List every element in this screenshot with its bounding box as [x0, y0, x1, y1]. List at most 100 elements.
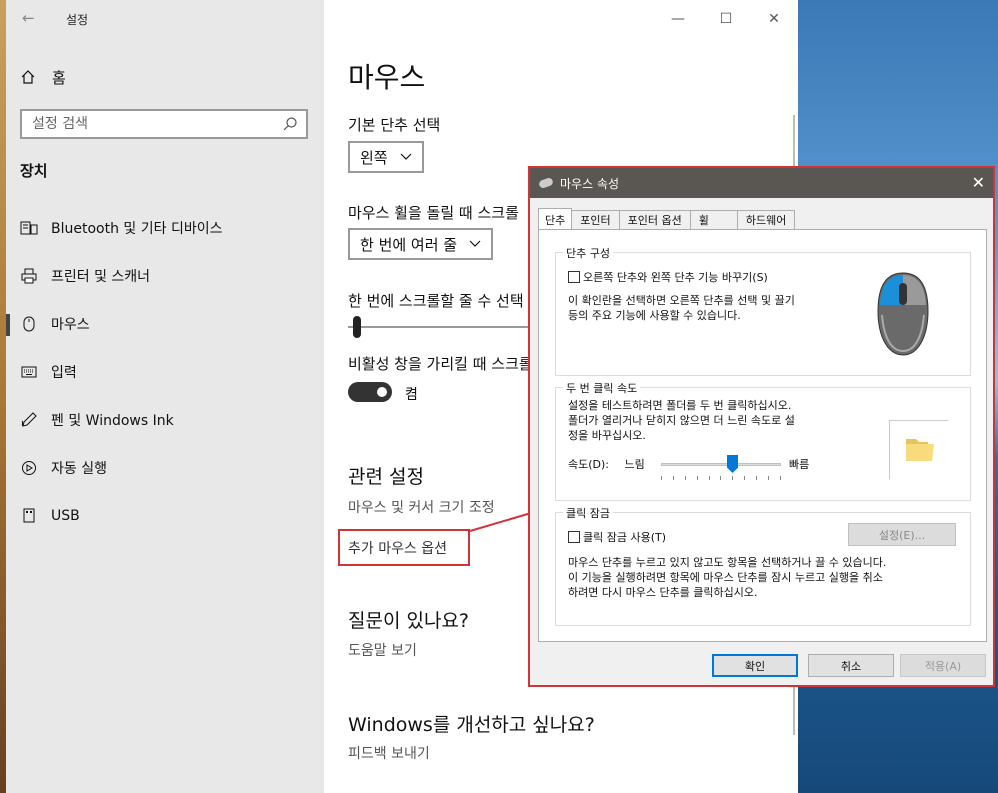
toggle-state-label: 켬 — [405, 387, 418, 403]
primary-button-label: 기본 단추 선택 — [348, 116, 441, 134]
tab-strip: 단추 포인터 포인터 옵션 휠 하드웨어 — [538, 208, 796, 231]
sidebar: ← 설정 홈 장치 Bluetooth 및 기타 디바이스 프린터 및 스캐너 … — [6, 0, 324, 793]
help-link[interactable]: 도움말 보기 — [348, 640, 417, 660]
description-line: 마우스 단추를 누르고 있지 않고도 항목을 선택하거나 끌 수 있습니다. — [568, 556, 887, 569]
group-title: 클릭 잠금 — [563, 505, 613, 521]
tab-pointers[interactable]: 포인터 — [572, 210, 620, 230]
sidebar-item-label: 마우스 — [51, 317, 90, 333]
slow-label: 느림 — [624, 458, 645, 471]
tab-buttons[interactable]: 단추 — [538, 208, 573, 231]
question-title: 질문이 있나요? — [348, 610, 470, 632]
swap-buttons-checkbox[interactable] — [568, 271, 580, 283]
dialog-title: 마우스 속성 — [560, 176, 620, 191]
click-lock-settings-button[interactable]: 설정(E)... — [848, 523, 956, 546]
tab-pointer-options[interactable]: 포인터 옵션 — [619, 210, 691, 230]
usb-icon — [20, 507, 38, 525]
test-folder-area[interactable] — [889, 420, 949, 480]
fast-label: 빠름 — [789, 458, 810, 471]
checkbox-label: 오른쪽 단추와 왼쪽 단추 기능 바꾸기(S) — [583, 271, 768, 284]
close-icon[interactable]: ✕ — [972, 173, 985, 192]
speed-label: 속도(D): — [568, 458, 609, 471]
home-icon — [21, 70, 35, 84]
click-lock-checkbox[interactable] — [568, 531, 580, 543]
description-line: 이 기능을 실행하려면 항목에 마우스 단추를 잠시 누르고 실행을 취소 — [568, 571, 883, 584]
page-title: 마우스 — [348, 61, 426, 94]
slider-ticks — [661, 476, 781, 480]
apply-button[interactable]: 적용(A) — [900, 654, 986, 677]
click-lock-group: 클릭 잠금 클릭 잠금 사용(T) 설정(E)... 마우스 단추를 누르고 있… — [555, 505, 971, 626]
search-box[interactable] — [20, 109, 308, 139]
sidebar-item-label: 자동 실행 — [51, 461, 107, 477]
sidebar-item-usb[interactable]: USB — [6, 492, 324, 540]
search-icon[interactable] — [282, 116, 298, 132]
minimize-button[interactable]: — — [654, 0, 702, 38]
mouse-illustration-icon — [877, 272, 929, 356]
mouse-icon — [538, 176, 554, 190]
speed-slider-thumb[interactable] — [727, 455, 738, 473]
sidebar-item-label: USB — [51, 508, 80, 524]
description-line: 이 확인란을 선택하면 오른쪽 단추를 선택 및 끌기 — [568, 294, 795, 307]
back-arrow-icon[interactable]: ← — [22, 9, 35, 27]
group-title: 단추 구성 — [563, 245, 613, 261]
search-input[interactable] — [22, 111, 272, 137]
maximize-button[interactable]: ☐ — [702, 0, 750, 38]
lines-slider-track[interactable] — [348, 326, 538, 328]
primary-button-dropdown[interactable]: 왼쪽 — [348, 141, 424, 173]
tab-wheel[interactable]: 휠 — [690, 210, 738, 230]
description-line: 하려면 다시 마우스 단추를 클릭하십시오. — [568, 586, 758, 599]
pen-icon — [20, 411, 38, 429]
dropdown-value: 한 번에 여러 줄 — [360, 235, 458, 254]
sidebar-item-label: Bluetooth 및 기타 디바이스 — [51, 221, 223, 237]
sidebar-item-pen[interactable]: 펜 및 Windows Ink — [6, 396, 324, 444]
button-config-description: 이 확인란을 선택하면 오른쪽 단추를 선택 및 끌기 등의 주요 기능에 사용… — [568, 293, 795, 323]
chevron-down-icon — [400, 153, 412, 160]
tab-hardware[interactable]: 하드웨어 — [737, 210, 796, 230]
nav-home-label: 홈 — [52, 68, 66, 87]
double-click-group: 두 번 클릭 속도 설정을 테스트하려면 폴더를 두 번 클릭하십시오. 폴더가… — [555, 380, 971, 501]
cursor-size-link[interactable]: 마우스 및 커서 크기 조정 — [348, 497, 495, 517]
sidebar-item-label: 프린터 및 스캐너 — [51, 269, 151, 285]
checkbox-label: 클릭 잠금 사용(T) — [583, 531, 667, 544]
window-controls: — ☐ ✕ — [654, 0, 798, 38]
sidebar-item-label: 펜 및 Windows Ink — [51, 413, 174, 429]
sidebar-item-printers[interactable]: 프린터 및 스캐너 — [6, 252, 324, 300]
ok-button[interactable]: 확인 — [712, 654, 798, 677]
lines-slider-thumb[interactable] — [353, 316, 361, 338]
cancel-button[interactable]: 취소 — [808, 654, 894, 677]
group-title: 두 번 클릭 속도 — [563, 380, 641, 396]
button-config-group: 단추 구성 오른쪽 단추와 왼쪽 단추 기능 바꾸기(S) 이 확인란을 선택하… — [555, 245, 971, 376]
click-lock-row[interactable]: 클릭 잠금 사용(T) — [568, 529, 666, 545]
sidebar-item-mouse[interactable]: 마우스 — [6, 300, 324, 348]
bluetooth-devices-icon — [20, 219, 38, 237]
nav-list: Bluetooth 및 기타 디바이스 프린터 및 스캐너 마우스 입력 펜 및… — [6, 204, 324, 540]
additional-mouse-options-link[interactable]: 추가 마우스 옵션 — [348, 538, 447, 558]
swap-buttons-row[interactable]: 오른쪽 단추와 왼쪽 단추 기능 바꾸기(S) — [568, 269, 768, 285]
window-title: 설정 — [66, 13, 89, 27]
lines-label: 한 번에 스크롤할 줄 수 선택 — [348, 292, 524, 310]
related-settings-title: 관련 설정 — [348, 466, 424, 488]
description-line: 폴더가 열리거나 닫히지 않으면 더 느린 속도로 설 — [568, 414, 795, 427]
speed-row: 속도(D): 느림 — [568, 456, 645, 472]
close-button[interactable]: ✕ — [750, 0, 798, 38]
keyboard-icon — [20, 363, 38, 381]
description-line: 설정을 테스트하려면 폴더를 두 번 클릭하십시오. — [568, 399, 792, 412]
dropdown-value: 왼쪽 — [360, 148, 388, 167]
scroll-dropdown[interactable]: 한 번에 여러 줄 — [348, 228, 494, 260]
dialog-titlebar: 마우스 속성 ✕ — [530, 168, 993, 198]
nav-home[interactable]: 홈 — [20, 65, 66, 89]
printer-icon — [20, 267, 38, 285]
description-line: 등의 주요 기능에 사용할 수 있습니다. — [568, 309, 741, 322]
inactive-scroll-label: 비활성 창을 가리킬 때 스크롤 — [348, 355, 533, 373]
chevron-down-icon — [469, 240, 481, 247]
speed-slider-track[interactable] — [661, 463, 781, 466]
sidebar-item-typing[interactable]: 입력 — [6, 348, 324, 396]
click-lock-description: 마우스 단추를 누르고 있지 않고도 항목을 선택하거나 끌 수 있습니다. 이… — [568, 555, 886, 600]
feedback-link[interactable]: 피드백 보내기 — [348, 743, 430, 763]
tab-panel: 단추 구성 오른쪽 단추와 왼쪽 단추 기능 바꾸기(S) 이 확인란을 선택하… — [538, 229, 987, 642]
folder-icon[interactable] — [904, 435, 936, 465]
autoplay-icon — [20, 459, 38, 477]
sidebar-item-bluetooth[interactable]: Bluetooth 및 기타 디바이스 — [6, 204, 324, 252]
scroll-label: 마우스 휠을 돌릴 때 스크롤 — [348, 204, 519, 222]
inactive-scroll-toggle[interactable] — [348, 382, 392, 402]
sidebar-item-autoplay[interactable]: 자동 실행 — [6, 444, 324, 492]
